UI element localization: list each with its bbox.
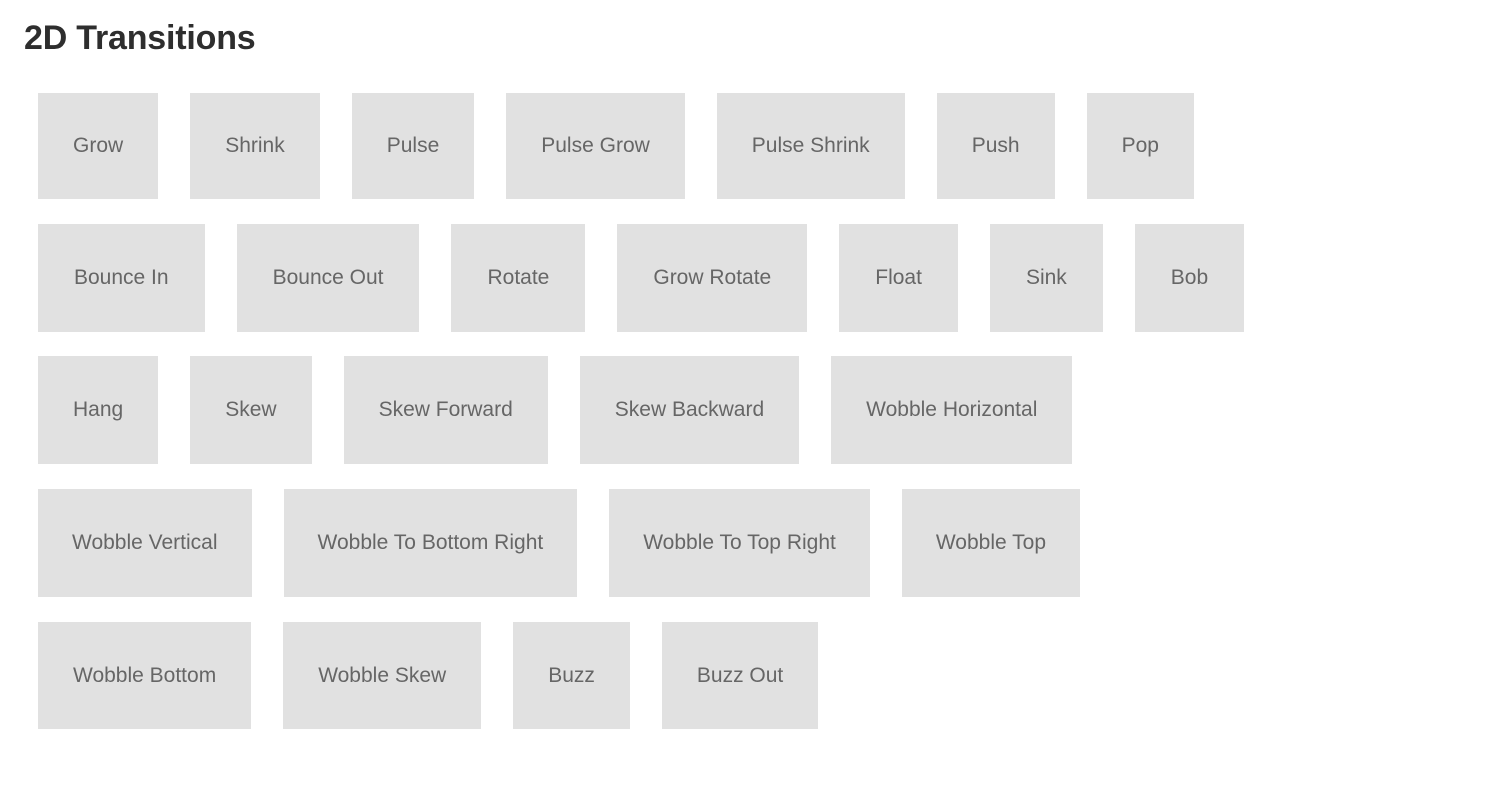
transition-button-push[interactable]: Push	[936, 92, 1055, 199]
transition-button-bob[interactable]: Bob	[1134, 223, 1245, 332]
transition-button-hang[interactable]: Hang	[38, 355, 159, 464]
transition-button-bounce-out[interactable]: Bounce Out	[236, 223, 420, 332]
transitions-grid: Grow Shrink Pulse Pulse Grow Pulse Shrin…	[24, 92, 1470, 729]
page-title: 2D Transitions	[24, 19, 256, 57]
transition-button-wobble-bottom[interactable]: Wobble Bottom	[38, 621, 252, 729]
transition-button-skew[interactable]: Skew	[190, 355, 312, 464]
transition-button-float[interactable]: Float	[839, 223, 958, 332]
transition-button-wobble-to-bottom-right[interactable]: Wobble To Bottom Right	[283, 488, 578, 597]
transition-button-shrink[interactable]: Shrink	[190, 92, 320, 199]
transition-button-wobble-skew[interactable]: Wobble Skew	[283, 621, 482, 729]
transition-row: Bounce In Bounce Out Rotate Grow Rotate …	[38, 223, 1470, 332]
transition-button-pulse[interactable]: Pulse	[351, 92, 475, 199]
transition-button-wobble-horizontal[interactable]: Wobble Horizontal	[831, 355, 1073, 464]
transition-button-pop[interactable]: Pop	[1086, 92, 1194, 199]
transition-button-grow-rotate[interactable]: Grow Rotate	[617, 223, 808, 332]
transition-row: Grow Shrink Pulse Pulse Grow Pulse Shrin…	[38, 92, 1470, 199]
transition-button-grow[interactable]: Grow	[38, 92, 159, 199]
transition-button-wobble-top[interactable]: Wobble Top	[901, 488, 1080, 597]
transition-button-pulse-shrink[interactable]: Pulse Shrink	[716, 92, 905, 199]
transition-button-sink[interactable]: Sink	[989, 223, 1103, 332]
transition-button-pulse-grow[interactable]: Pulse Grow	[506, 92, 685, 199]
transition-button-rotate[interactable]: Rotate	[451, 223, 586, 332]
transition-button-bounce-in[interactable]: Bounce In	[38, 223, 205, 332]
transition-row: Hang Skew Skew Forward Skew Backward Wob…	[38, 355, 1470, 464]
transition-row: Wobble Vertical Wobble To Bottom Right W…	[38, 488, 1470, 597]
transition-button-wobble-vertical[interactable]: Wobble Vertical	[38, 488, 252, 597]
transition-button-skew-backward[interactable]: Skew Backward	[579, 355, 800, 464]
transition-button-buzz-out[interactable]: Buzz Out	[661, 621, 819, 729]
transition-row: Wobble Bottom Wobble Skew Buzz Buzz Out	[38, 621, 1470, 729]
transition-button-wobble-to-top-right[interactable]: Wobble To Top Right	[609, 488, 870, 597]
transition-button-buzz[interactable]: Buzz	[513, 621, 630, 729]
transitions-page: 2D Transitions Grow Shrink Pulse Pulse G…	[0, 0, 1494, 808]
transition-button-skew-forward[interactable]: Skew Forward	[343, 355, 548, 464]
